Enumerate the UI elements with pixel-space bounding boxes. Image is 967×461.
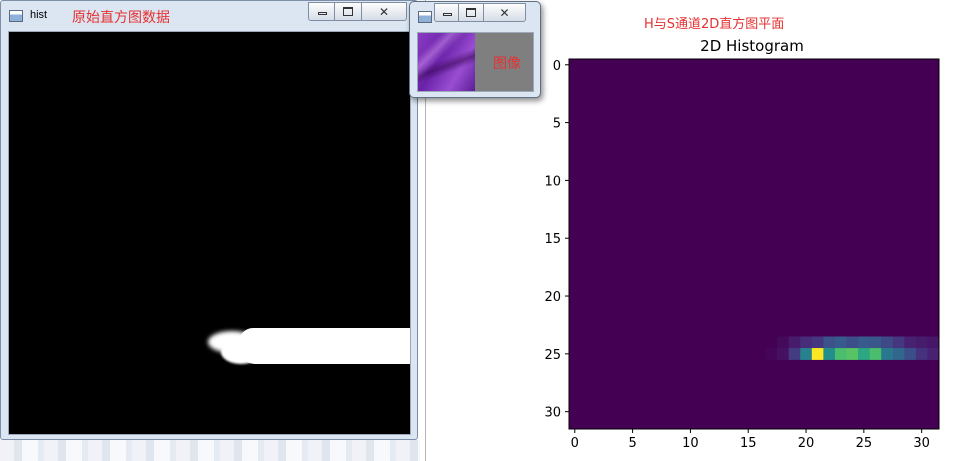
heatmap-cell (927, 336, 940, 349)
heatmap-cell (765, 348, 778, 360)
close-icon: ✕ (378, 4, 390, 19)
heatmap-cell (858, 348, 870, 360)
x-tick-label: 10 (682, 436, 699, 451)
heatmap-cell (892, 336, 905, 349)
y-tick-label: 15 (544, 232, 561, 247)
y-tick-label: 10 (544, 174, 561, 189)
heatmap-cell (915, 336, 928, 349)
heatmap-figure: 2D Histogram 0 5 10 15 20 25 30 0 5 10 15 20 25 30 (544, 37, 940, 451)
x-tick-label: 0 (571, 436, 579, 451)
y-tick-label: 25 (544, 348, 561, 363)
minimize-button[interactable] (434, 3, 459, 22)
heatmap-cell (800, 348, 813, 360)
hist-annotation: 原始直方图数据 (72, 10, 170, 26)
heatmap-cell (904, 336, 917, 349)
y-tick-label: 30 (544, 406, 561, 421)
hist-window-title: hist (30, 9, 48, 21)
y-axis: 0 5 10 15 20 25 30 (544, 59, 569, 421)
x-tick-label: 5 (628, 436, 636, 451)
window-app-icon (418, 11, 432, 23)
maximize-button[interactable] (459, 3, 484, 22)
blurred-taskbar (0, 440, 420, 461)
heatmap-cell (846, 336, 859, 349)
y-tick-label: 0 (553, 59, 561, 74)
hist-canvas (8, 31, 411, 435)
heatmap-cell (777, 336, 789, 349)
heatmap-cell (881, 336, 894, 349)
heatmap-cell (869, 336, 882, 349)
x-tick-label: 20 (798, 436, 815, 451)
image-window-titlebar[interactable]: ✕ (410, 2, 540, 32)
minimize-icon (442, 13, 452, 16)
heatmap-cell (869, 348, 882, 360)
x-axis: 0 5 10 15 20 25 30 (571, 429, 930, 451)
hist-window-titlebar[interactable]: hist ✕ (1, 1, 417, 31)
hist-window: hist ✕ (0, 0, 418, 440)
heatmap-cell (846, 348, 859, 360)
y-tick-label: 20 (544, 290, 561, 305)
hist-band (239, 328, 410, 364)
heatmap-cell (834, 336, 847, 349)
heatmap-background (569, 59, 939, 429)
heatmap-cell (811, 336, 824, 349)
heatmap-cell (858, 336, 870, 349)
x-tick-label: 30 (913, 436, 930, 451)
heatmap-cell (823, 336, 836, 349)
heatmap-cell (834, 348, 847, 360)
heatmap-cell (927, 348, 940, 360)
x-tick-label: 25 (856, 436, 873, 451)
close-button[interactable]: ✕ (484, 3, 526, 22)
maximize-button[interactable] (335, 2, 362, 21)
heatmap-cell (892, 348, 905, 360)
heatmap-cell (788, 336, 801, 349)
chart-title: 2D Histogram (700, 37, 804, 55)
maximize-icon (466, 8, 476, 17)
minimize-icon (317, 12, 327, 15)
heatmap-cell (788, 348, 801, 360)
heatmap-cell (777, 348, 789, 360)
maximize-icon (343, 7, 353, 16)
heatmap-cell (904, 348, 917, 360)
close-button[interactable]: ✕ (362, 2, 407, 21)
heatmap-cell (811, 348, 824, 360)
minimize-button[interactable] (308, 2, 335, 21)
hist-window-controls: ✕ (308, 2, 407, 22)
image-window-controls: ✕ (434, 3, 526, 23)
window-app-icon (9, 10, 23, 22)
heatmap-cell (881, 348, 894, 360)
heatmap-cell (823, 348, 836, 360)
x-tick-label: 15 (740, 436, 757, 451)
close-icon: ✕ (499, 5, 510, 20)
heatmap-cell (800, 336, 813, 349)
y-tick-label: 5 (553, 117, 561, 132)
heatmap-cell (915, 348, 928, 360)
heatmap-cells (569, 59, 940, 429)
